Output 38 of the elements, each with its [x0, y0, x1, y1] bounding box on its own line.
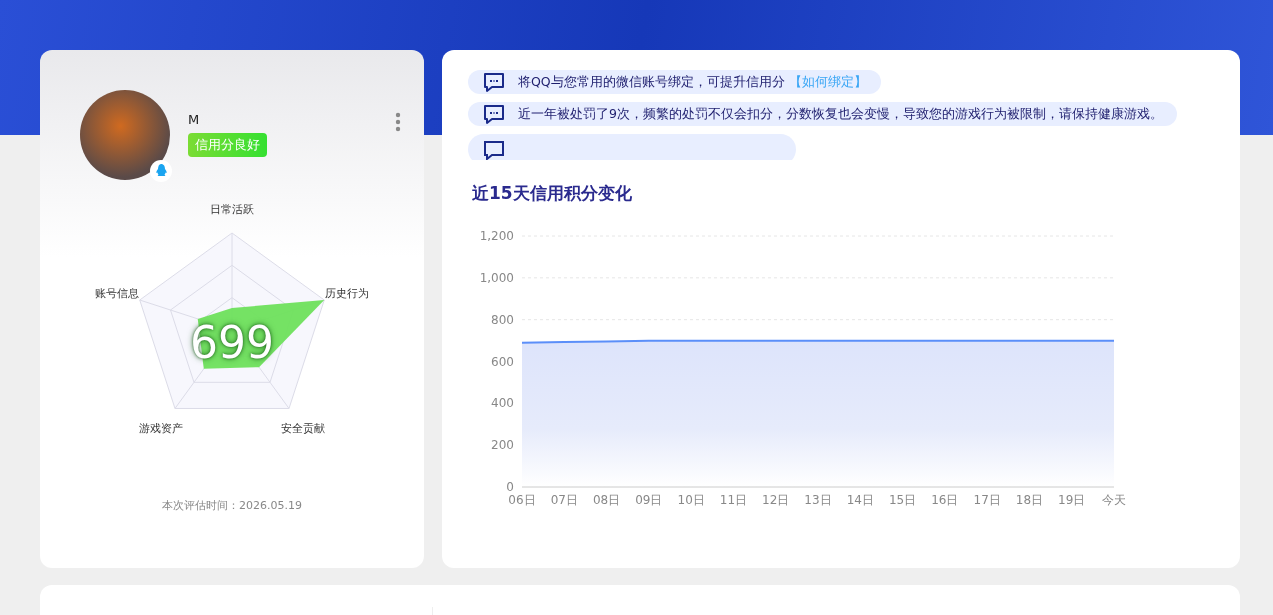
message-icon [482, 70, 506, 94]
x-axis-label: 06日 [508, 493, 536, 507]
radar-axis-label: 账号信息 [94, 285, 139, 301]
x-axis-label: 16日 [931, 493, 959, 507]
radar-axis-label: 日常活跃 [210, 201, 254, 217]
y-axis-label: 200 [491, 438, 514, 453]
message-icon [482, 102, 506, 126]
x-axis-label: 15日 [888, 493, 917, 507]
y-axis-label: 600 [491, 354, 514, 369]
x-axis-label: 11日 [719, 493, 748, 507]
evaluation-time: 本次评估时间：2026.05.19 [161, 498, 303, 513]
x-axis-label: 19日 [1058, 493, 1086, 507]
y-axis-label: 1,200 [479, 229, 514, 243]
chart-title: 近15天信用积分变化 [472, 182, 633, 205]
radar-axis-label: 安全贡献 [281, 420, 326, 436]
x-axis-label: 18日 [1015, 493, 1044, 507]
credit-status-badge: 信用分良好 [188, 133, 267, 157]
x-axis-label: 17日 [973, 493, 1001, 507]
more-options-icon[interactable] [395, 112, 401, 132]
how-to-bind-link[interactable]: 【如何绑定】 [788, 73, 867, 91]
notice-text: 近一年被处罚了9次，频繁的处罚不仅会扣分，分数恢复也会变慢，导致您的游戏行为被限制，请保持健康游戏。 [518, 105, 1163, 123]
user-name: M [188, 112, 200, 127]
x-axis-label: 今天 [1102, 493, 1126, 507]
y-axis-label: 0 [506, 480, 514, 494]
y-axis-label: 400 [491, 396, 514, 411]
y-axis-label: 1,000 [479, 270, 514, 285]
x-axis-label: 14日 [846, 493, 874, 507]
x-axis-label: 10日 [677, 493, 705, 507]
radar-axis-label: 历史行为 [325, 285, 370, 301]
x-axis-label: 12日 [762, 493, 790, 507]
penguin-icon [150, 160, 172, 182]
y-axis-label: 800 [491, 312, 514, 327]
notice-text: 将QQ与您常用的微信账号绑定，可提升信用分 [518, 73, 785, 91]
x-axis-label: 08日 [592, 493, 621, 507]
x-axis-label: 09日 [635, 493, 663, 507]
x-axis-label: 13日 [804, 493, 832, 507]
x-axis-label: 07日 [550, 493, 578, 507]
radar-axis-label: 游戏资产 [138, 420, 183, 436]
